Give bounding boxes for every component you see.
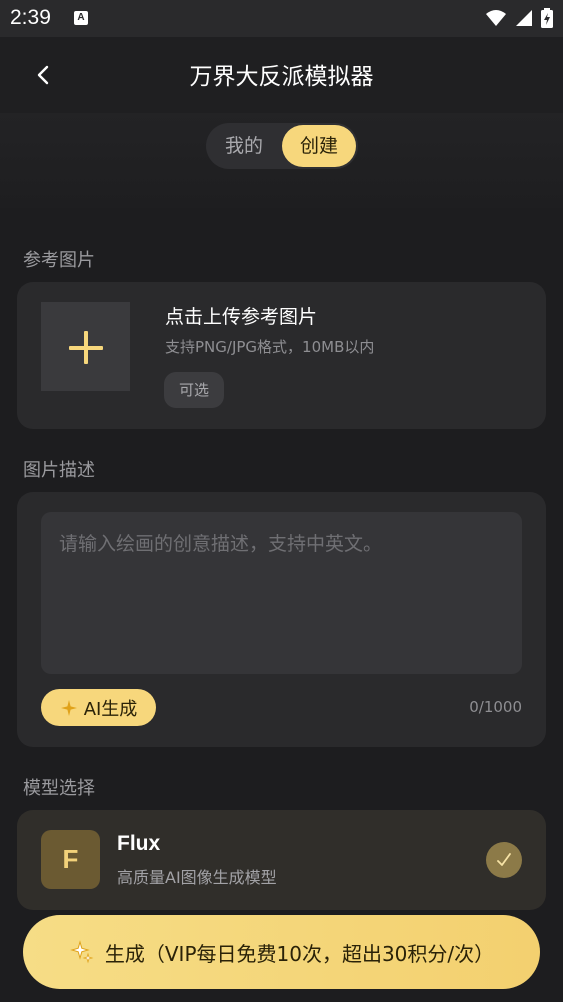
model-card-flux[interactable]: F Flux 高质量AI图像生成模型 [17, 810, 546, 910]
app-header: 万界大反派模拟器 [0, 37, 563, 113]
wifi-icon [486, 10, 506, 26]
generate-button[interactable]: 生成（VIP每日免费10次，超出30积分/次） [23, 915, 540, 989]
model-description: 高质量AI图像生成模型 [117, 868, 277, 887]
plus-icon [69, 331, 103, 364]
ai-generate-label: AI生成 [83, 698, 138, 720]
status-bar: 2:39 A [0, 0, 563, 37]
model-logo: F [41, 830, 100, 889]
notification-badge: A [74, 11, 88, 25]
sparkle-icon [60, 699, 77, 716]
reference-section-label: 参考图片 [23, 250, 95, 271]
optional-tag: 可选 [164, 372, 224, 408]
reference-card: 点击上传参考图片 支持PNG/JPG格式，10MB以内 可选 [17, 282, 546, 429]
char-counter: 0/1000 [469, 698, 522, 716]
page-title: 万界大反派模拟器 [189, 64, 374, 90]
status-time: 2:39 [10, 6, 51, 29]
ai-generate-button[interactable]: AI生成 [41, 689, 156, 726]
description-section-label: 图片描述 [23, 460, 95, 481]
upload-title: 点击上传参考图片 [165, 306, 318, 328]
tab-create[interactable]: 创建 [282, 125, 356, 167]
description-card: 请输入绘画的创意描述，支持中英文。 AI生成 0/1000 [17, 492, 546, 747]
segment-control: 我的 创建 [206, 123, 358, 169]
battery-icon [541, 8, 553, 28]
check-icon [486, 842, 522, 878]
tab-area: 我的 创建 [0, 113, 563, 208]
upload-button[interactable] [41, 302, 130, 391]
tab-mine[interactable]: 我的 [214, 123, 274, 169]
generate-label: 生成（VIP每日免费10次，超出30积分/次） [104, 941, 495, 966]
model-section-label: 模型选择 [23, 778, 95, 799]
status-icons [485, 8, 553, 28]
description-input[interactable]: 请输入绘画的创意描述，支持中英文。 [41, 512, 522, 674]
upload-subtitle: 支持PNG/JPG格式，10MB以内 [165, 338, 375, 356]
signal-icon [516, 10, 532, 26]
model-name: Flux [117, 832, 161, 855]
sparkle-icon [70, 940, 94, 964]
